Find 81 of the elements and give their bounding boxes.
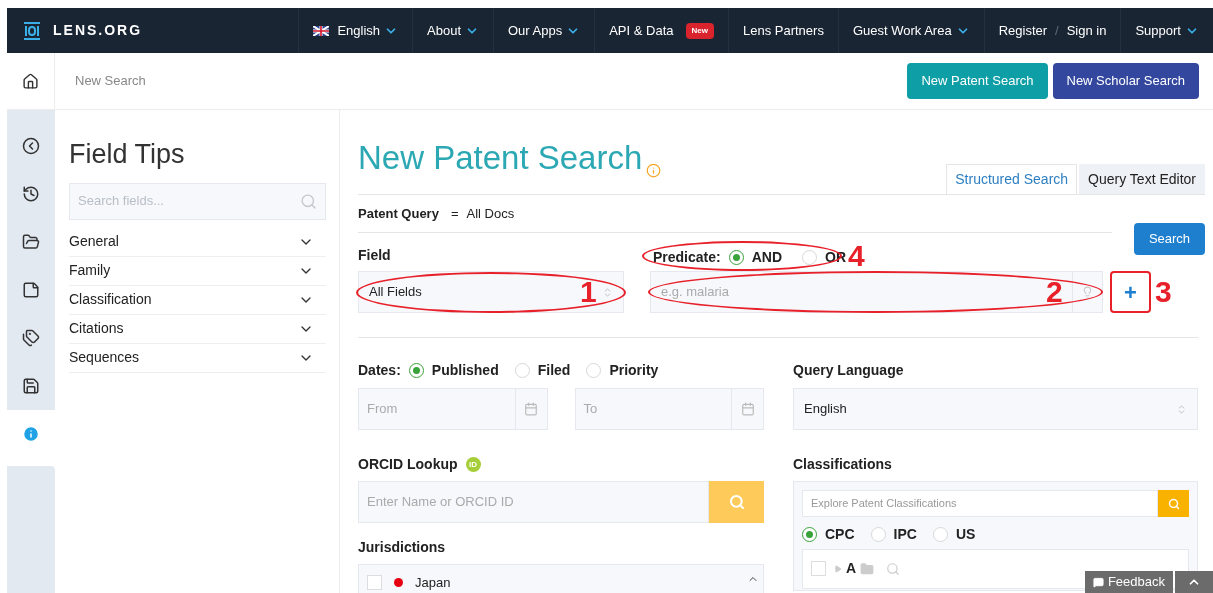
field-tips-section[interactable]: Family xyxy=(69,256,326,286)
nav-link[interactable]: Guest Work Area xyxy=(837,8,984,53)
folder-icon[interactable] xyxy=(22,233,40,251)
nav-link[interactable]: Support xyxy=(1120,8,1213,53)
nav-link[interactable]: Our Apps xyxy=(493,8,595,53)
home-icon[interactable] xyxy=(22,72,39,90)
page-title: New Patent Search xyxy=(358,137,643,178)
logo-text[interactable]: LENS.ORG xyxy=(53,20,143,41)
annotation-number: 2 xyxy=(1046,277,1063,307)
nav-link[interactable]: English xyxy=(298,8,412,53)
radio-label: Filed xyxy=(537,360,571,380)
collapse-icon[interactable] xyxy=(22,137,40,155)
field-label: Field xyxy=(358,246,392,265)
radio-button[interactable] xyxy=(802,526,817,542)
folder-icon xyxy=(860,561,875,576)
tags-icon[interactable] xyxy=(22,329,40,347)
query-equals: = xyxy=(450,204,459,223)
field-tips-section[interactable]: Citations xyxy=(69,314,326,344)
sign-in-link[interactable]: Sign in xyxy=(1066,20,1107,41)
calendar-icon[interactable] xyxy=(524,402,538,416)
radio-button[interactable] xyxy=(728,249,744,265)
tab[interactable]: Query Text Editor xyxy=(1079,164,1205,194)
tab[interactable]: Structured Search xyxy=(946,164,1078,194)
history-icon[interactable] xyxy=(22,185,40,203)
field-tips-section[interactable]: Classification xyxy=(69,285,326,315)
radio-label: AND xyxy=(751,247,783,267)
search-icon xyxy=(300,192,317,210)
search-icon xyxy=(1167,497,1180,510)
checkbox[interactable] xyxy=(367,575,382,591)
nav-link[interactable]: Lens Partners xyxy=(727,8,838,53)
breadcrumb-text[interactable]: New Search xyxy=(75,71,146,91)
select-arrows-icon xyxy=(1176,403,1187,415)
dates-label: Dates: xyxy=(358,360,401,380)
radio-label: Priority xyxy=(609,360,659,380)
speech-bubble-icon xyxy=(1092,576,1104,588)
info-icon[interactable] xyxy=(646,163,662,178)
radio-label: IPC xyxy=(893,524,917,544)
feedback-button[interactable]: Feedback xyxy=(1084,571,1173,593)
tree-item-label: A xyxy=(846,559,857,578)
predicate-label: Predicate: xyxy=(653,247,721,267)
radio-label: CPC xyxy=(825,524,855,544)
query-language-label: Query Language xyxy=(793,361,905,380)
new-badge: New xyxy=(685,22,714,39)
calendar-icon[interactable] xyxy=(740,402,755,416)
nav-link[interactable]: About xyxy=(412,8,493,53)
save-icon[interactable] xyxy=(22,377,40,395)
checkbox[interactable] xyxy=(811,561,826,576)
jurisdictions-label: Jurisdictions xyxy=(358,538,447,557)
jurisdiction-label: Japan xyxy=(415,574,451,592)
search-icon xyxy=(728,494,745,510)
classifications-search-button[interactable] xyxy=(1158,490,1189,517)
field-tips-section[interactable]: General xyxy=(69,227,326,257)
search-icon[interactable] xyxy=(886,561,901,576)
radio-label: Published xyxy=(431,360,499,380)
annotation-number: 4 xyxy=(848,241,865,271)
select-arrows-icon xyxy=(602,286,613,298)
note-icon[interactable] xyxy=(22,281,40,299)
scroll-top-button[interactable] xyxy=(1175,571,1213,593)
classifications-label: Classifications xyxy=(793,455,893,474)
radio-button[interactable] xyxy=(408,362,424,378)
separator-text: / xyxy=(1055,21,1059,40)
register-link[interactable]: Register xyxy=(998,20,1048,41)
add-button[interactable]: + xyxy=(1110,271,1151,313)
orcid-label: ORCID Lookup xyxy=(358,455,458,474)
nav-link[interactable]: API & Data New xyxy=(594,8,728,53)
orcid-badge: iD xyxy=(465,457,481,472)
annotation-number: 3 xyxy=(1155,277,1172,307)
orcid-search-button[interactable] xyxy=(709,481,764,523)
new-scholar-search-button[interactable]: New Scholar Search xyxy=(1052,63,1199,99)
flag-icon xyxy=(313,25,330,36)
annotation-number: 1 xyxy=(580,277,597,307)
radio-label: US xyxy=(955,524,976,544)
query-label: Patent Query xyxy=(358,204,439,223)
field-tips-title: Field Tips xyxy=(69,138,186,171)
query-value: All Docs xyxy=(466,204,515,223)
field-tips-section[interactable]: Sequences xyxy=(69,343,326,373)
logo-icon xyxy=(23,21,41,40)
query-language-select[interactable]: English xyxy=(793,388,1198,430)
search-button[interactable]: Search xyxy=(1134,223,1205,255)
hint-icon[interactable] xyxy=(1081,285,1094,299)
expand-icon[interactable] xyxy=(834,564,842,573)
